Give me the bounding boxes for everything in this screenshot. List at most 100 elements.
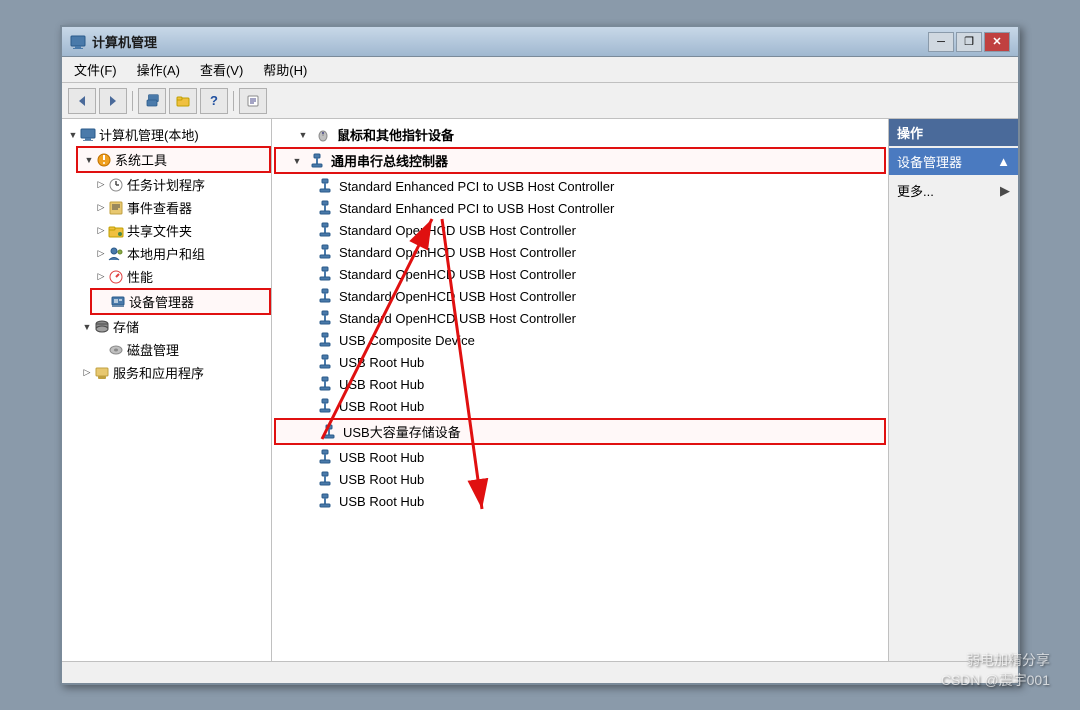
devmgr-expand	[96, 295, 110, 309]
usb-device-icon-3	[316, 243, 334, 261]
device-item-dev7[interactable]: Standard OpenHCD USB Host Controller	[272, 307, 888, 329]
device-item-dev12[interactable]: USB大容量存储设备	[274, 418, 886, 445]
storage-label: 存储	[113, 317, 139, 336]
content-area: ▼ 计算机管理(本地) ▼	[62, 119, 1018, 661]
category-usb[interactable]: ▼ 通用串行总线控制器	[274, 147, 886, 174]
task-expand: ▷	[94, 178, 108, 192]
usb-device-icon-1	[316, 199, 334, 217]
menu-view[interactable]: 查看(V)	[192, 58, 251, 81]
system-tools-icon	[96, 152, 112, 168]
tree-local-users[interactable]: ▷ 本地用户和组	[90, 242, 271, 265]
forward-button[interactable]	[99, 88, 127, 114]
device-manager-action[interactable]: 设备管理器 ▲	[889, 148, 1018, 175]
app-icon	[70, 34, 86, 50]
toolbar-separator-1	[132, 91, 133, 111]
tree-disk-management[interactable]: 磁盘管理	[90, 338, 271, 361]
device-item-dev4[interactable]: Standard OpenHCD USB Host Controller	[272, 241, 888, 263]
menu-bar: 文件(F) 操作(A) 查看(V) 帮助(H)	[62, 57, 1018, 83]
device-item-dev11[interactable]: USB Root Hub	[272, 395, 888, 417]
event-expand: ▷	[94, 201, 108, 215]
category-mouse[interactable]: ▼ 鼠标和其他指针设备	[272, 123, 888, 146]
device-item-dev6[interactable]: Standard OpenHCD USB Host Controller	[272, 285, 888, 307]
right-panel: 操作 设备管理器 ▲ 更多... ▶	[888, 119, 1018, 661]
mouse-icon	[314, 126, 332, 144]
device-list: Standard Enhanced PCI to USB Host Contro…	[272, 175, 888, 512]
back-button[interactable]	[68, 88, 96, 114]
device-item-dev2[interactable]: Standard Enhanced PCI to USB Host Contro…	[272, 197, 888, 219]
device-item-dev8[interactable]: USB Composite Device	[272, 329, 888, 351]
watermark: 弱电加精分享 CSDN @震宇001	[941, 650, 1050, 690]
device-label-dev6: Standard OpenHCD USB Host Controller	[339, 289, 576, 304]
event-icon	[108, 200, 124, 216]
help-button[interactable]: ?	[200, 88, 228, 114]
device-label-dev3: Standard OpenHCD USB Host Controller	[339, 223, 576, 238]
usb-hub-icon	[308, 152, 326, 170]
middle-area: ▼ 鼠标和其他指针设备 ▼	[272, 119, 888, 661]
middle-panel: ▼ 鼠标和其他指针设备 ▼	[272, 119, 888, 661]
main-window: 计算机管理 ─ ❐ ✕ 文件(F) 操作(A) 查看(V) 帮助(H)	[60, 25, 1020, 685]
close-button[interactable]: ✕	[984, 32, 1010, 52]
device-label-dev15: USB Root Hub	[339, 494, 424, 509]
usb-device-icon-12	[316, 448, 334, 466]
usb-device-icon-5	[316, 287, 334, 305]
device-item-dev15[interactable]: USB Root Hub	[272, 490, 888, 512]
perf-icon	[108, 269, 124, 285]
usb-expand: ▼	[290, 154, 304, 168]
properties-button[interactable]	[239, 88, 267, 114]
tree-task-scheduler[interactable]: ▷ 任务计划程序	[90, 173, 271, 196]
minimize-button[interactable]: ─	[928, 32, 954, 52]
device-label-dev13: USB Root Hub	[339, 450, 424, 465]
usb-device-icon-0	[316, 177, 334, 195]
device-label-dev12: USB大容量存储设备	[343, 422, 461, 441]
menu-help[interactable]: 帮助(H)	[255, 58, 315, 81]
usb-device-icon-14	[316, 492, 334, 510]
system-tools-label: 系统工具	[115, 150, 167, 169]
usb-device-icon-9	[316, 375, 334, 393]
users-expand: ▷	[94, 247, 108, 261]
device-label-dev14: USB Root Hub	[339, 472, 424, 487]
device-label-dev7: Standard OpenHCD USB Host Controller	[339, 311, 576, 326]
tree-storage[interactable]: ▼ 存储	[76, 315, 271, 338]
up-button[interactable]	[138, 88, 166, 114]
device-item-dev3[interactable]: Standard OpenHCD USB Host Controller	[272, 219, 888, 241]
computer-icon	[80, 127, 96, 143]
window-controls: ─ ❐ ✕	[928, 32, 1010, 52]
more-action[interactable]: 更多... ▶	[889, 177, 1018, 204]
menu-file[interactable]: 文件(F)	[66, 58, 125, 81]
usb-device-icon-4	[316, 265, 334, 283]
tree-system-tools[interactable]: ▼ 系统工具	[76, 146, 271, 173]
tree-performance[interactable]: ▷ 性能	[90, 265, 271, 288]
title-bar: 计算机管理 ─ ❐ ✕	[62, 27, 1018, 57]
status-bar	[62, 661, 1018, 683]
toolbar: ?	[62, 83, 1018, 119]
event-viewer-label: 事件查看器	[127, 198, 192, 217]
device-item-dev9[interactable]: USB Root Hub	[272, 351, 888, 373]
mouse-expand: ▼	[296, 128, 310, 142]
tree-shared-folders[interactable]: ▷ 共享文件夹	[90, 219, 271, 242]
usb-device-icon-13	[316, 470, 334, 488]
device-item-dev13[interactable]: USB Root Hub	[272, 446, 888, 468]
shared-expand: ▷	[94, 224, 108, 238]
action-arrow-up: ▲	[997, 154, 1010, 169]
tree-services[interactable]: ▷ 服务和应用程序	[76, 361, 271, 384]
root-expand-icon: ▼	[66, 128, 80, 142]
device-label-dev11: USB Root Hub	[339, 399, 424, 414]
restore-button[interactable]: ❐	[956, 32, 982, 52]
menu-action[interactable]: 操作(A)	[129, 58, 188, 81]
device-item-dev10[interactable]: USB Root Hub	[272, 373, 888, 395]
mouse-category-label: 鼠标和其他指针设备	[337, 125, 454, 144]
tree-root[interactable]: ▼ 计算机管理(本地)	[62, 123, 271, 146]
task-scheduler-label: 任务计划程序	[127, 175, 205, 194]
device-label-dev8: USB Composite Device	[339, 333, 475, 348]
more-action-label: 更多...	[897, 181, 934, 200]
device-item-dev5[interactable]: Standard OpenHCD USB Host Controller	[272, 263, 888, 285]
folder-button[interactable]	[169, 88, 197, 114]
window-title: 计算机管理	[92, 32, 157, 51]
tree-event-viewer[interactable]: ▷ 事件查看器	[90, 196, 271, 219]
device-manager-action-label: 设备管理器	[897, 152, 962, 171]
device-item-dev14[interactable]: USB Root Hub	[272, 468, 888, 490]
device-item-dev1[interactable]: Standard Enhanced PCI to USB Host Contro…	[272, 175, 888, 197]
shared-icon	[108, 223, 124, 239]
tree-device-manager[interactable]: 设备管理器	[90, 288, 271, 315]
title-left: 计算机管理	[70, 32, 157, 51]
